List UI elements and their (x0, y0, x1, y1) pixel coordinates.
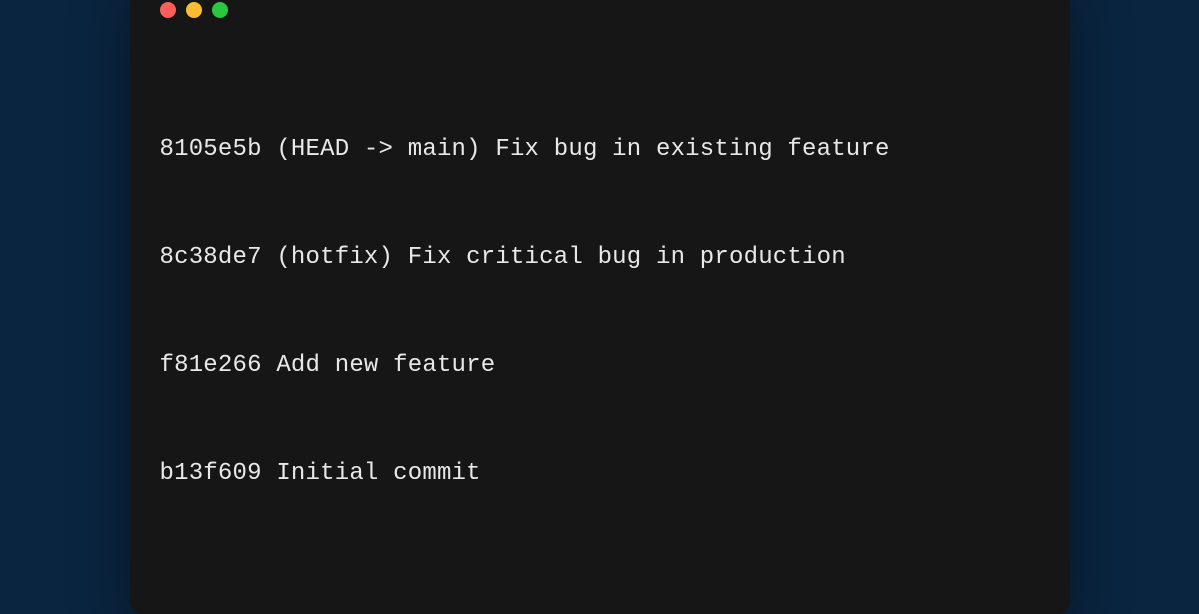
minimize-icon[interactable] (186, 2, 202, 18)
git-log-line: 8c38de7 (hotfix) Fix critical bug in pro… (160, 240, 1040, 276)
close-icon[interactable] (160, 2, 176, 18)
maximize-icon[interactable] (212, 2, 228, 18)
terminal-window: 8105e5b (HEAD -> main) Fix bug in existi… (130, 0, 1070, 614)
git-log-line: b13f609 Initial commit (160, 456, 1040, 492)
title-bar (160, 2, 1040, 18)
terminal-output: 8105e5b (HEAD -> main) Fix bug in existi… (160, 60, 1040, 564)
git-log-line: 8105e5b (HEAD -> main) Fix bug in existi… (160, 132, 1040, 168)
git-log-line: f81e266 Add new feature (160, 348, 1040, 384)
